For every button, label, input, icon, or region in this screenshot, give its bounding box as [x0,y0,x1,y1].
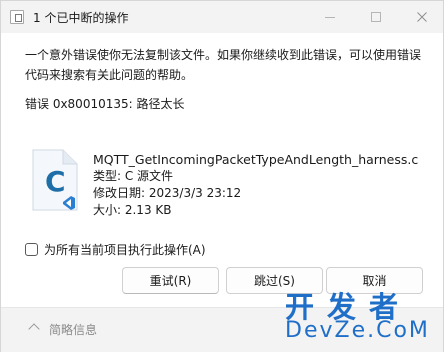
error-code: 错误 0x80010135: 路径太长 [25,97,185,111]
maximize-icon [371,12,381,22]
error-message: 一个意外错误使你无法复制该文件。如果你继续收到此错误，可以使用错误代码来搜索有关… [25,48,422,82]
maximize-button[interactable] [353,1,399,33]
watermark-en: DevZe.CoM [285,318,430,343]
copy-dialog-icon [10,10,24,24]
file-modified: 修改日期: 2023/3/3 23:12 [93,186,242,200]
file-size: 大小: 2.13 KB [93,203,172,217]
dialog-window: 1 个已中断的操作 一个意外错误使你无法复制该文件。如果你继续收到此错误，可以使… [0,0,444,352]
c-source-file-icon: C [32,149,78,211]
file-name: MQTT_GetIncomingPacketTypeAndLength_harn… [93,152,419,167]
file-type: 类型: C 源文件 [93,169,174,183]
minimize-button[interactable] [307,1,353,33]
minimize-icon [325,16,335,18]
details-toggle[interactable]: 简略信息 [49,321,97,338]
chevron-up-icon[interactable] [28,323,40,335]
window-title: 1 个已中断的操作 [33,11,129,25]
close-button[interactable] [399,1,444,33]
close-icon [417,12,427,22]
apply-all-label[interactable]: 为所有当前项目执行此操作(A) [44,241,206,258]
svg-text:C: C [45,165,66,198]
file-info: MQTT_GetIncomingPacketTypeAndLength_harn… [93,151,418,219]
apply-all-checkbox[interactable] [25,243,38,256]
watermark-logo: 开发者 DevZe.CoM [285,284,435,350]
apply-all-row[interactable]: 为所有当前项目执行此操作(A) [25,241,206,258]
retry-button[interactable]: 重试(R) [122,267,219,294]
title-bar: 1 个已中断的操作 [1,1,443,33]
